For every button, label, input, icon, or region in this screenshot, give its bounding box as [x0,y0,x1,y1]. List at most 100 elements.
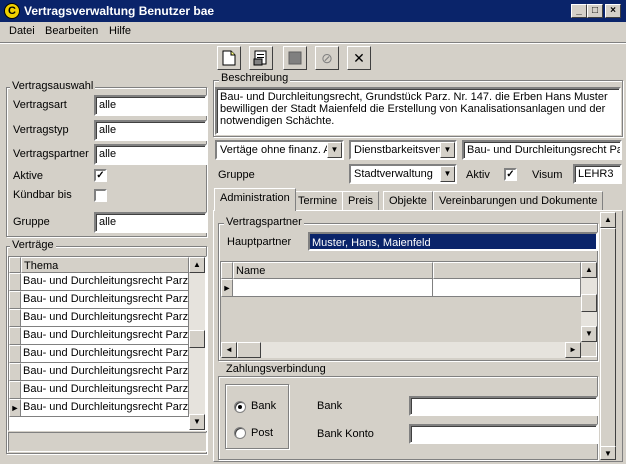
active-label-right: Aktiv [466,169,490,181]
radio-post[interactable] [234,427,246,439]
contracts-scroll-up[interactable]: ▲ [189,257,205,273]
title-bar: C Vertragsverwaltung Benutzer bae _ □ × [0,0,626,22]
table-row[interactable]: Bau- und Durchleitungsrecht Parz. [21,363,189,381]
column-header-name[interactable]: Name [233,262,433,279]
table-row[interactable]: Bau- und Durchleitungsrecht Parz. [21,273,189,291]
cancelable-until-checkbox[interactable] [94,189,107,202]
table-row[interactable]: Bau- und Durchleitungsrecht Parz. [21,291,189,309]
partner-row-indicator[interactable]: ► [221,279,233,297]
tab-preis[interactable]: Preis [342,191,380,210]
save-document-icon [253,50,267,66]
radio-post-label: Post [251,427,274,439]
table-row[interactable]: Bau- und Durchleitungsrecht Parz. [21,399,189,417]
row-indicator[interactable] [9,273,21,291]
delete-button[interactable]: ✕ [347,46,371,70]
menu-datei[interactable]: Datei [4,25,40,37]
contract-type-field[interactable]: alle [94,95,207,116]
new-document-button[interactable] [217,46,241,70]
partner-grid-corner [221,262,233,279]
contract-category-combo[interactable]: Dienstbarkeitsvert ▼ [349,140,457,160]
partner-scroll-right[interactable]: ► [565,342,581,358]
chevron-down-icon[interactable]: ▼ [440,142,455,158]
row-indicator[interactable] [9,291,21,309]
menu-hilfe[interactable]: Hilfe [104,25,136,37]
column-header-empty [433,262,581,279]
tab-objekte[interactable]: Objekte [383,191,433,210]
column-header-thema[interactable]: Thema [21,257,189,273]
menu-bar: Datei Bearbeiten Hilfe [0,22,626,42]
group-combo[interactable]: Stadtverwaltung ▼ [349,164,457,184]
partner-scroll-hthumb[interactable] [237,342,261,358]
tab-vereinbarungen[interactable]: Vereinbarungen und Dokumente [433,191,604,210]
partner-name-cell[interactable] [233,279,433,297]
new-document-icon [222,50,236,66]
row-indicator[interactable] [9,363,21,381]
visum-label: Visum [532,169,563,181]
visum-field[interactable]: LEHR3 [573,164,622,184]
bank-account-field[interactable] [409,424,598,444]
tab-termine[interactable]: Termine [292,191,344,210]
minimize-button[interactable]: _ [571,4,587,18]
contracts-status [8,432,207,452]
partner-scroll-down[interactable]: ▼ [581,326,597,342]
chevron-down-icon[interactable]: ▼ [327,142,342,158]
table-row[interactable]: Bau- und Durchleitungsrecht Parz. [21,345,189,363]
topic-field[interactable]: Bau- und Durchleitungsrecht Parz. [462,140,622,160]
description-title: Beschreibung [219,72,291,84]
cancelable-until-label: Kündbar bis [13,189,72,201]
partner-scroll-up[interactable]: ▲ [581,262,597,278]
panel-scroll-down[interactable]: ▼ [600,446,616,460]
payment-title: Zahlungsverbindung [224,363,328,375]
panel-scroll-up[interactable]: ▲ [600,212,616,228]
row-indicator[interactable] [9,327,21,345]
save-document-button[interactable] [249,46,273,70]
stop-icon [288,51,302,65]
table-row[interactable]: Bau- und Durchleitungsrecht Parz. [21,381,189,399]
partner-scroll-vthumb[interactable] [581,294,597,312]
contracts-title: Verträge [10,239,56,251]
description-text[interactable]: Bau- und Durchleitungsrecht, Grundstück … [215,87,621,135]
close-button[interactable]: × [605,4,621,18]
main-partner-label: Hauptpartner [227,236,292,248]
delete-icon: ✕ [353,50,365,66]
contract-partner-field[interactable]: alle [94,144,207,165]
app-icon: C [4,3,20,19]
payment-type-box [225,384,289,449]
row-indicator[interactable]: ► [9,399,21,417]
partner-extra-cell[interactable] [433,279,581,297]
table-row[interactable]: Bau- und Durchleitungsrecht Parz. [21,309,189,327]
group-field[interactable]: alle [94,212,207,233]
cancel-button[interactable]: ⊘ [315,46,339,70]
chevron-down-icon[interactable]: ▼ [440,166,455,182]
contract-category-value: Dienstbarkeitsvert [354,144,443,156]
row-indicator[interactable] [9,345,21,363]
active-checkbox-right[interactable]: ✓ [504,168,517,181]
radio-bank-label: Bank [251,400,277,412]
menu-bearbeiten[interactable]: Bearbeiten [40,25,103,37]
stop-button[interactable] [283,46,307,70]
row-indicator[interactable] [9,381,21,399]
cancel-icon: ⊘ [321,50,333,66]
bank-label: Bank [317,400,343,412]
contract-type-label: Vertragsart [13,99,67,111]
financial-category-combo[interactable]: Vertäge ohne finanz. A ▼ [215,140,344,160]
contracts-scroll-thumb[interactable] [189,330,205,348]
row-indicator[interactable] [9,309,21,327]
contract-kind-field[interactable]: alle [94,120,207,141]
financial-category-value: Vertäge ohne finanz. A [220,144,331,156]
active-label: Aktive [13,170,43,182]
contracts-scroll-down[interactable]: ▼ [189,414,205,430]
active-checkbox[interactable]: ✓ [94,169,107,182]
tab-administration[interactable]: Administration [214,188,296,211]
maximize-button[interactable]: □ [587,4,603,18]
partner-scroll-left[interactable]: ◄ [221,342,237,358]
panel-scroll-thumb[interactable] [600,228,616,448]
contract-selection-title: Vertragsauswahl [10,80,96,92]
radio-bank[interactable] [234,401,246,413]
table-row[interactable]: Bau- und Durchleitungsrecht Parz. [21,327,189,345]
main-partner-field[interactable]: Muster, Hans, Maienfeld [308,232,598,251]
group-label-right: Gruppe [218,169,255,181]
contract-kind-label: Vertragstyp [13,124,69,136]
bank-field[interactable] [409,396,598,416]
partner-scroll-htrack[interactable] [237,342,565,358]
